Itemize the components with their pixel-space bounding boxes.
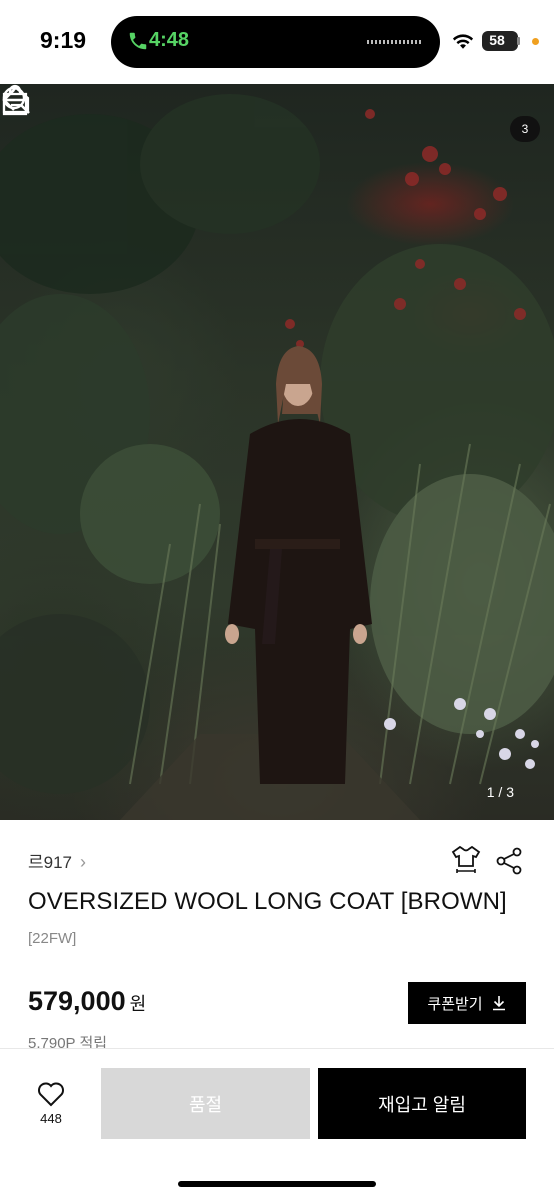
audio-wave-icon	[367, 40, 421, 44]
wifi-icon	[452, 34, 474, 49]
product-image-carousel[interactable]: 3 1 / 3	[0, 84, 554, 820]
price-currency: 원	[129, 994, 147, 1014]
product-photo	[0, 94, 554, 820]
like-button[interactable]: 448	[28, 1081, 74, 1126]
coupon-download-button[interactable]: 쿠폰받기	[408, 982, 526, 1024]
call-indicator[interactable]: 4:48	[111, 16, 440, 68]
product-title: OVERSIZED WOOL LONG COAT [BROWN]	[28, 888, 507, 915]
chevron-right-icon: ›	[80, 852, 87, 872]
sold-out-label: 품절	[188, 1094, 223, 1115]
size-guide-icon[interactable]	[450, 844, 482, 876]
restock-alert-label: 재입고 알림	[378, 1094, 466, 1115]
home-indicator[interactable]	[178, 1181, 376, 1187]
like-count: 448	[40, 1111, 62, 1126]
battery-icon: 58	[482, 31, 520, 51]
reward-points: 5,790P 적립	[28, 1035, 108, 1048]
call-timer: 4:48	[149, 29, 190, 51]
download-icon	[492, 996, 505, 1011]
status-bar: 9:19 4:48 58	[0, 0, 554, 84]
image-page-indicator: 1 / 3	[486, 784, 514, 800]
cart-count-badge: 3	[510, 116, 540, 142]
share-icon[interactable]	[494, 846, 524, 876]
shopping-bag-icon[interactable]	[0, 84, 30, 116]
restock-alert-button[interactable]: 재입고 알림	[318, 1068, 526, 1139]
brand-name: 르917	[28, 853, 73, 872]
sold-out-button: 품절	[101, 1068, 310, 1139]
price-value: 579,000	[28, 986, 126, 1016]
bottom-action-bar: 448 품절 재입고 알림	[0, 1048, 554, 1200]
brand-link[interactable]: 르917 ›	[28, 848, 86, 872]
product-price: 579,000 원	[28, 986, 146, 1017]
privacy-indicator-dot	[532, 38, 539, 45]
battery-level: 58	[489, 32, 505, 48]
status-time: 9:19	[40, 27, 87, 53]
coupon-label: 쿠폰받기	[427, 995, 483, 1013]
season-tag: [22FW]	[28, 930, 77, 947]
phone-icon	[129, 32, 147, 50]
heart-icon	[38, 1082, 64, 1107]
